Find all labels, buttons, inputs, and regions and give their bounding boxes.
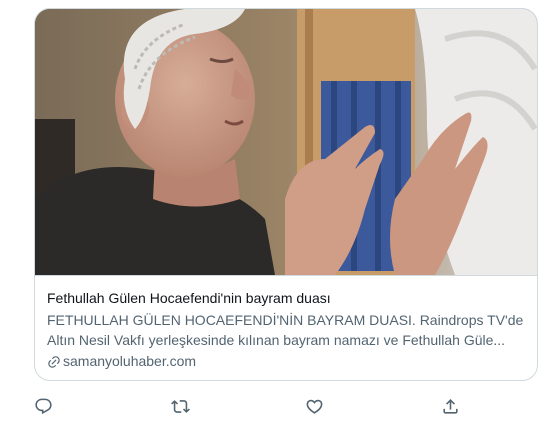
share-button[interactable] — [436, 392, 464, 420]
reply-icon — [34, 398, 52, 414]
retweet-icon — [170, 399, 190, 413]
share-icon — [442, 398, 458, 414]
reply-button[interactable] — [29, 392, 57, 420]
tweet-actions — [0, 392, 548, 420]
link-preview-text[interactable]: Fethullah Gülen Hocaefendi'nin bayram du… — [35, 275, 537, 380]
link-description: FETHULLAH GÜLEN HOCAEFENDİ'NİN BAYRAM DU… — [47, 312, 524, 348]
link-preview-image[interactable] — [35, 9, 537, 275]
like-button[interactable] — [300, 392, 328, 420]
heart-icon — [306, 399, 322, 414]
link-domain[interactable]: samanyoluhaber.com — [47, 352, 527, 371]
link-preview-card[interactable]: Fethullah Gülen Hocaefendi'nin bayram du… — [34, 8, 538, 381]
preview-photo — [35, 9, 537, 275]
retweet-button[interactable] — [166, 392, 194, 420]
link-icon — [48, 355, 60, 368]
link-domain-text: samanyoluhaber.com — [63, 353, 197, 369]
link-title[interactable]: Fethullah Gülen Hocaefendi'nin bayram du… — [47, 289, 527, 308]
